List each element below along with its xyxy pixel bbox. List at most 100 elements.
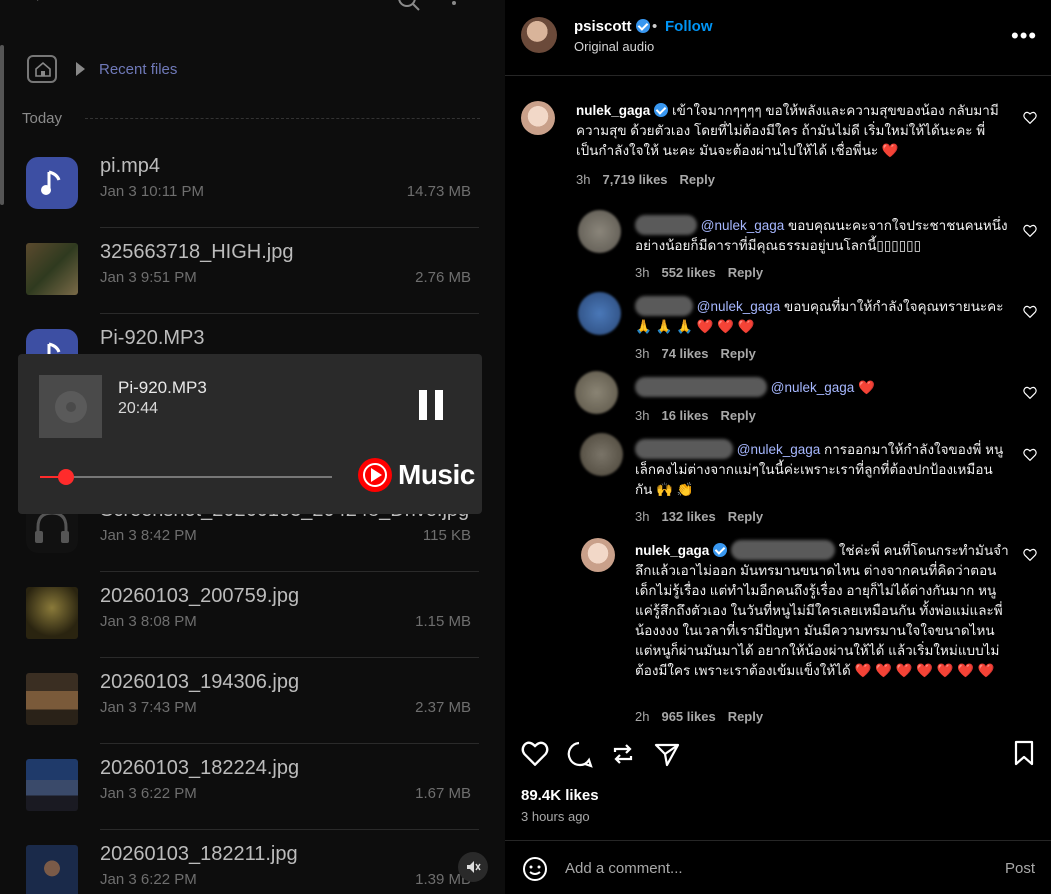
comment-username[interactable]: nulek_gaga	[576, 103, 650, 118]
comment-meta: 3h 74 likes Reply	[635, 346, 768, 361]
post-author[interactable]: psiscott	[574, 18, 650, 35]
heart-outline-icon[interactable]	[1023, 386, 1037, 399]
follow-button[interactable]: Follow	[665, 18, 713, 35]
photo-thumbnail	[26, 243, 78, 295]
more-options-icon[interactable]: •••	[1011, 23, 1037, 49]
comment-mention[interactable]: @nulek_gaga	[737, 442, 821, 457]
file-name: 325663718_HIGH.jpg	[100, 241, 294, 263]
reply-button[interactable]: Reply	[728, 709, 763, 724]
avatar[interactable]	[575, 371, 618, 414]
heart-outline-icon[interactable]	[1023, 224, 1037, 237]
player-track-title: Pi-920.MP3	[118, 378, 207, 397]
avatar[interactable]	[580, 433, 623, 476]
comment-likes[interactable]: 7,719 likes	[602, 172, 667, 187]
pause-bar	[419, 390, 427, 420]
file-row[interactable]: pi.mp4 Jan 3 10:11 PM 14.73 MB	[0, 142, 505, 228]
comment-username[interactable]: nulek_gaga	[635, 543, 709, 558]
footer-divider	[505, 840, 1051, 841]
youtube-music-wordmark: Music	[398, 459, 475, 490]
seek-bar-handle[interactable]	[58, 469, 75, 485]
file-size: 2.76 MB	[415, 269, 471, 286]
youtube-music-logo: Music	[358, 458, 475, 492]
blurred-mention	[731, 540, 836, 560]
mute-button[interactable]	[458, 852, 488, 882]
photo-thumbnail	[26, 673, 78, 725]
file-row[interactable]: 325663718_HIGH.jpg Jan 3 9:51 PM 2.76 MB	[0, 228, 505, 314]
comment-time: 3h	[635, 408, 650, 423]
comment-time: 3h	[635, 509, 650, 524]
youtube-music-icon	[358, 458, 392, 492]
file-row[interactable]: 20260103_182224.jpg Jan 3 6:22 PM 1.67 M…	[0, 744, 505, 830]
file-date: Jan 3 6:22 PM	[100, 785, 197, 802]
comment-meta: 3h 16 likes Reply	[635, 408, 768, 423]
file-date: Jan 3 7:43 PM	[100, 699, 197, 716]
post-author-name[interactable]: psiscott	[574, 18, 632, 35]
comment: @nulek_gaga ขอบคุณนะคะจากใจประชาชนคนหนึ่…	[635, 215, 1010, 256]
comment-likes[interactable]: 74 likes	[661, 346, 708, 361]
photo-thumbnail	[26, 759, 78, 811]
avatar[interactable]	[581, 538, 615, 572]
photo-thumbnail	[26, 587, 78, 639]
pause-button[interactable]	[417, 390, 447, 420]
comment-likes[interactable]: 16 likes	[661, 408, 708, 423]
post-likes-count[interactable]: 89.4K likes	[521, 787, 599, 804]
comment-mention[interactable]: @nulek_gaga	[701, 218, 785, 233]
reply-button[interactable]: Reply	[720, 408, 755, 423]
heart-outline-icon[interactable]	[1023, 305, 1037, 318]
reply-button[interactable]: Reply	[728, 509, 763, 524]
search-icon[interactable]	[396, 0, 422, 20]
avatar[interactable]	[578, 210, 621, 253]
like-heart-icon[interactable]	[521, 740, 549, 766]
pause-bar	[435, 390, 443, 420]
share-paper-plane-icon[interactable]	[653, 740, 681, 768]
separator-dot: •	[652, 18, 658, 35]
comment-likes[interactable]: 965 likes	[661, 709, 715, 724]
section-divider	[85, 118, 480, 119]
file-date: Jan 3 6:22 PM	[100, 871, 197, 888]
file-size: 2.37 MB	[415, 699, 471, 716]
comment-mention[interactable]: @nulek_gaga	[697, 299, 781, 314]
reply-button[interactable]: Reply	[720, 346, 755, 361]
file-date: Jan 3 8:08 PM	[100, 613, 197, 630]
file-date: Jan 3 9:51 PM	[100, 269, 197, 286]
avatar[interactable]	[578, 292, 621, 335]
comment-mention[interactable]: @nulek_gaga	[771, 380, 855, 395]
post-timestamp: 3 hours ago	[521, 809, 590, 824]
comment-likes[interactable]: 552 likes	[661, 265, 715, 280]
more-vertical-icon[interactable]	[450, 0, 458, 20]
comment-time: 3h	[576, 172, 591, 187]
speaker-muted-icon	[467, 861, 481, 873]
emoji-smile-icon[interactable]	[522, 856, 548, 882]
file-row[interactable]: 20260103_182211.jpg Jan 3 6:22 PM 1.39 M…	[0, 830, 505, 894]
avatar[interactable]	[521, 17, 557, 53]
file-name: 20260103_194306.jpg	[100, 671, 300, 693]
mini-player[interactable]: Pi-920.MP3 20:44 Music	[18, 354, 482, 514]
breadcrumb-recent-files[interactable]: Recent files	[99, 61, 177, 78]
repost-icon[interactable]	[609, 740, 637, 768]
audio-label[interactable]: Original audio	[574, 39, 654, 54]
heart-outline-icon[interactable]	[1023, 548, 1037, 561]
file-size: 1.15 MB	[415, 613, 471, 630]
file-date: Jan 3 10:11 PM	[100, 183, 204, 200]
file-row[interactable]: 20260103_200759.jpg Jan 3 8:08 PM 1.15 M…	[0, 572, 505, 658]
home-icon[interactable]	[27, 55, 57, 83]
bookmark-icon[interactable]	[1013, 740, 1035, 766]
file-row[interactable]: 20260103_194306.jpg Jan 3 7:43 PM 2.37 M…	[0, 658, 505, 744]
music-note-icon	[26, 157, 78, 209]
file-name: Pi-920.MP3	[100, 327, 205, 349]
header-divider	[505, 75, 1051, 76]
reply-button[interactable]: Reply	[680, 172, 715, 187]
comment-bubble-icon[interactable]	[565, 740, 593, 768]
comment: @nulek_gaga การออกมาให้กำลังใจของพี่ หนู…	[635, 439, 1010, 500]
back-arrow-icon[interactable]	[34, 0, 50, 16]
post-comment-button[interactable]: Post	[1005, 860, 1035, 877]
heart-outline-icon[interactable]	[1023, 111, 1037, 124]
avatar[interactable]	[521, 101, 555, 135]
comment-time: 3h	[635, 346, 650, 361]
verified-badge-icon	[635, 19, 650, 33]
comment-likes[interactable]: 132 likes	[661, 509, 715, 524]
reply-button[interactable]: Reply	[728, 265, 763, 280]
add-comment-input[interactable]: Add a comment...	[565, 860, 683, 877]
heart-outline-icon[interactable]	[1023, 448, 1037, 461]
seek-bar[interactable]	[40, 469, 332, 485]
